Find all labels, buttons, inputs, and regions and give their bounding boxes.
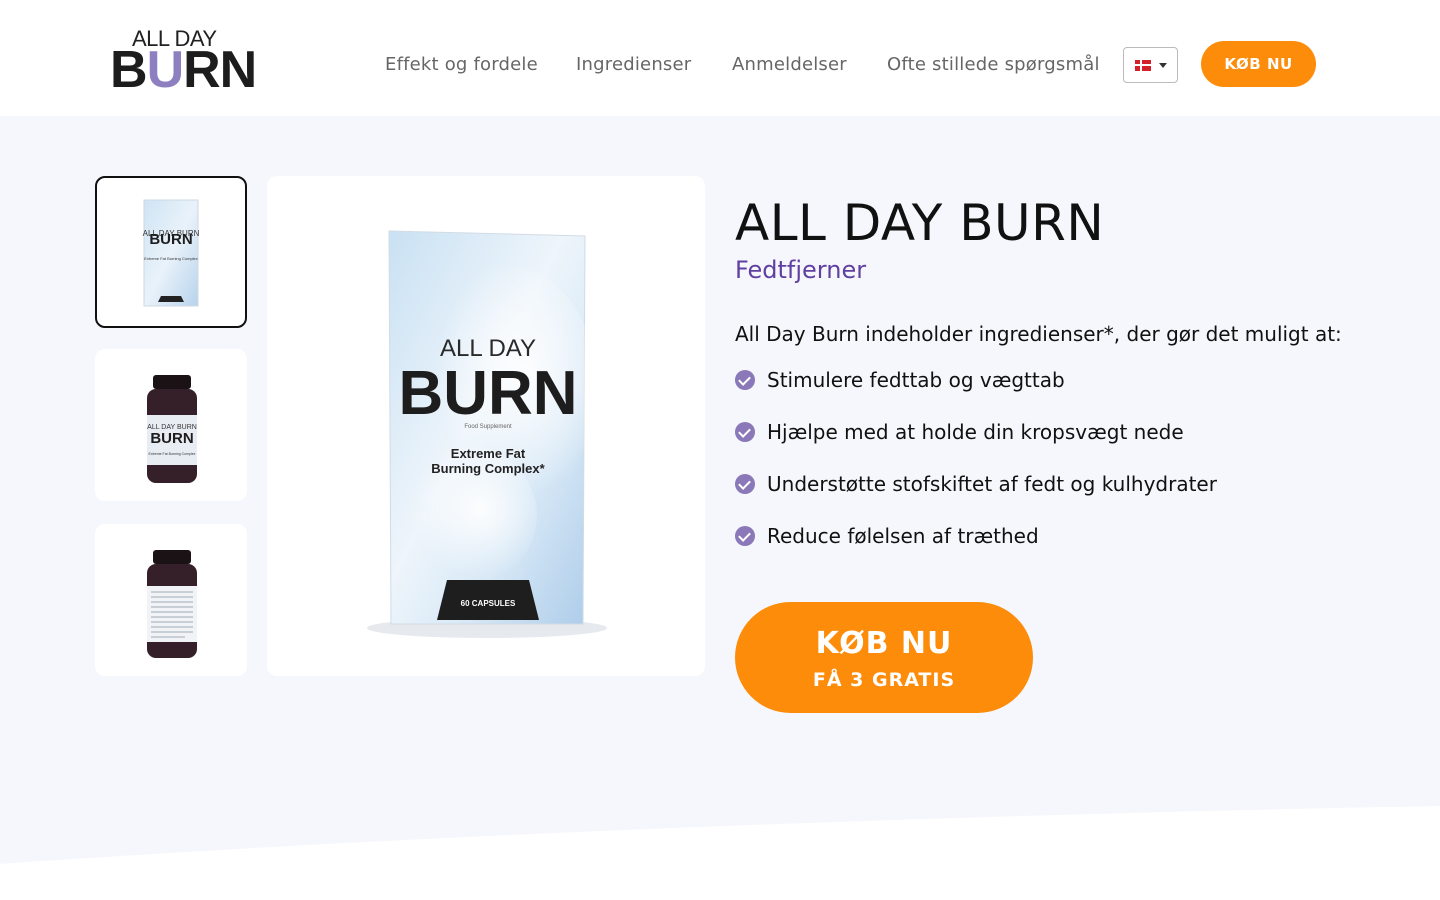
product-bottle-back-image	[147, 550, 197, 658]
feature-text: Hjælpe med at holde din kropsvægt nede	[767, 420, 1184, 444]
check-circle-icon	[735, 370, 755, 390]
main-brand-burn: BURN	[398, 359, 577, 428]
feature-item: Hjælpe med at holde din kropsvægt nede	[735, 420, 1217, 472]
main-line2: Burning Complex*	[431, 461, 545, 476]
product-title: ALL DAY BURN	[735, 194, 1105, 252]
product-hero: ALL DAY BURN BURN Extreme Fat Burning Co…	[0, 116, 1440, 900]
product-intro: All Day Burn indeholder ingredienser*, d…	[735, 322, 1342, 346]
feature-text: Understøtte stofskiftet af fedt og kulhy…	[767, 472, 1217, 496]
check-circle-icon	[735, 526, 755, 546]
check-circle-icon	[735, 474, 755, 494]
site-header: ALL DAY BURN Effekt og fordele Ingredien…	[0, 0, 1440, 116]
product-box-large-image: ALL DAY BURN Food Supplement Extreme Fat…	[367, 230, 607, 638]
feature-text: Reduce følelsen af træthed	[767, 524, 1039, 548]
product-box-thumbnail[interactable]: ALL DAY BURN BURN Extreme Fat Burning Co…	[95, 176, 247, 328]
cta-line2: FÅ 3 GRATIS	[812, 669, 956, 691]
brand-logo[interactable]: ALL DAY BURN	[110, 26, 257, 96]
logo-main-text: BURN	[110, 41, 257, 99]
nav-link-effects[interactable]: Effekt og fordele	[385, 54, 538, 75]
product-bottle-front-thumbnail[interactable]: ALL DAY BURN BURN Extreme Fat Burning Co…	[95, 349, 247, 501]
feature-item: Reduce følelsen af træthed	[735, 524, 1217, 576]
main-line1: Extreme Fat	[451, 446, 526, 461]
main-capsules-label: 60 CAPSULES	[461, 599, 516, 608]
feature-item: Understøtte stofskiftet af fedt og kulhy…	[735, 472, 1217, 524]
product-main-image: ALL DAY BURN Food Supplement Extreme Fat…	[267, 176, 705, 676]
product-bottle-front-image: ALL DAY BURN BURN Extreme Fat Burning Co…	[147, 375, 197, 483]
product-subtitle: Fedtfjerner	[735, 256, 867, 284]
nav-link-reviews[interactable]: Anmeldelser	[732, 54, 847, 75]
product-box-image: ALL DAY BURN BURN Extreme Fat Burning Co…	[143, 199, 200, 307]
check-circle-icon	[735, 422, 755, 442]
product-bottle-back-thumbnail[interactable]	[95, 524, 247, 676]
language-dropdown[interactable]	[1123, 47, 1178, 83]
thumb-box-burn: BURN	[149, 231, 192, 248]
buy-now-cta-button[interactable]: KØB NU FÅ 3 GRATIS	[735, 602, 1033, 713]
main-brand-top: ALL DAY	[440, 335, 536, 362]
nav-link-faq[interactable]: Ofte stillede spørgsmål	[887, 54, 1100, 75]
feature-item: Stimulere fedttab og vægttab	[735, 368, 1217, 420]
main-food-supplement: Food Supplement	[464, 424, 512, 430]
cta-line1: KØB NU	[815, 626, 953, 661]
header-buy-button[interactable]: KØB NU	[1201, 41, 1316, 87]
nav-link-ingredients[interactable]: Ingredienser	[576, 54, 691, 75]
denmark-flag-icon	[1134, 59, 1151, 71]
feature-text: Stimulere fedttab og vægttab	[767, 368, 1065, 392]
feature-list: Stimulere fedttab og vægttab Hjælpe med …	[735, 368, 1217, 576]
thumb-bottle-burn: BURN	[150, 430, 193, 447]
caret-down-icon	[1158, 62, 1167, 68]
thumb-bottle-subtext: Extreme Fat Burning Complex	[149, 452, 196, 456]
thumb-box-subtext: Extreme Fat Burning Complex	[144, 256, 198, 261]
